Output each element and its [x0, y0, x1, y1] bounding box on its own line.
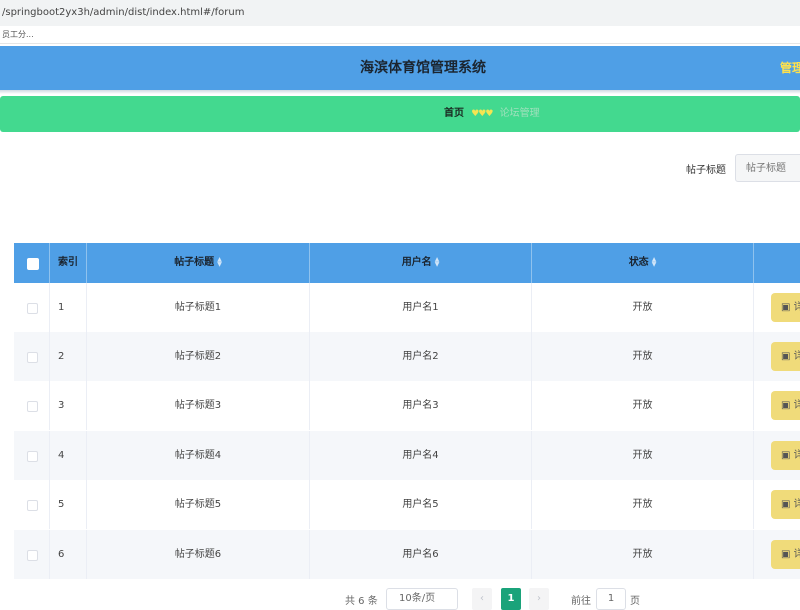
row-username: 用户名4	[310, 431, 532, 480]
detail-button[interactable]: ▣ 详	[771, 490, 800, 519]
detail-button[interactable]: ▣ 详	[771, 342, 800, 371]
next-page-button[interactable]: ›	[529, 588, 549, 610]
detail-button[interactable]: ▣ 详	[771, 540, 800, 569]
row-index: 4	[50, 431, 87, 480]
detail-label: 详	[793, 549, 800, 560]
row-title: 帖子标题3	[87, 381, 310, 430]
breadcrumb-current: 论坛管理	[499, 108, 540, 119]
heart-separator-icon: ♥♥♥	[471, 109, 493, 119]
table-row: 3 帖子标题3 用户名3 开放 ▣ 详	[14, 381, 800, 430]
row-title: 帖子标题2	[87, 332, 310, 381]
detail-button[interactable]: ▣ 详	[771, 441, 800, 470]
document-icon: ▣	[781, 450, 791, 461]
select-all-cell	[14, 243, 50, 283]
row-username: 用户名3	[310, 381, 532, 430]
pagination: 共 6 条 10条/页 ‹ 1 › 前往 1 页	[0, 582, 800, 610]
breadcrumb-home[interactable]: 首页	[444, 108, 464, 119]
title-search-input[interactable]	[735, 154, 800, 182]
table-header: 索引 帖子标题 ▲ ▼ 用户名 ▲ ▼ 状态 ▲ ▼	[14, 243, 800, 283]
col-title-label: 帖子标题	[174, 257, 215, 268]
col-title[interactable]: 帖子标题 ▲ ▼	[87, 243, 310, 283]
row-index: 2	[50, 332, 87, 381]
header-divider	[0, 90, 800, 94]
bookmark-item[interactable]: 员工分...	[2, 30, 34, 39]
row-status: 开放	[532, 283, 754, 332]
row-checkbox[interactable]	[27, 500, 38, 511]
row-username: 用户名6	[310, 530, 532, 579]
row-title: 帖子标题5	[87, 480, 310, 529]
document-icon: ▣	[781, 499, 791, 510]
row-index: 5	[50, 480, 87, 529]
row-username: 用户名2	[310, 332, 532, 381]
table-row: 2 帖子标题2 用户名2 开放 ▣ 详	[14, 332, 800, 381]
detail-button[interactable]: ▣ 详	[771, 293, 800, 322]
col-status[interactable]: 状态 ▲ ▼	[532, 243, 754, 283]
row-status: 开放	[532, 332, 754, 381]
document-icon: ▣	[781, 302, 791, 313]
row-index: 1	[50, 283, 87, 332]
select-all-checkbox[interactable]	[27, 258, 39, 270]
detail-label: 详	[793, 499, 800, 510]
system-title: 海滨体育馆管理系统	[360, 60, 486, 76]
table-row: 4 帖子标题4 用户名4 开放 ▣ 详	[14, 431, 800, 480]
row-status: 开放	[532, 530, 754, 579]
col-username-label: 用户名	[401, 257, 432, 268]
col-index-label: 索引	[58, 257, 78, 268]
document-icon: ▣	[781, 549, 791, 560]
detail-label: 详	[793, 351, 800, 362]
row-checkbox[interactable]	[27, 352, 38, 363]
row-username: 用户名5	[310, 480, 532, 529]
top-header: 海滨体育馆管理系统 管理	[0, 46, 800, 90]
sort-icon[interactable]: ▲ ▼	[652, 257, 657, 268]
detail-label: 详	[793, 302, 800, 313]
prev-page-button[interactable]: ‹	[472, 588, 492, 610]
row-title: 帖子标题4	[87, 431, 310, 480]
table-row: 6 帖子标题6 用户名6 开放 ▣ 详	[14, 530, 800, 579]
row-username: 用户名1	[310, 283, 532, 332]
page-size-select[interactable]: 10条/页	[386, 588, 458, 610]
row-title: 帖子标题6	[87, 530, 310, 579]
row-checkbox[interactable]	[27, 451, 38, 462]
sort-icon[interactable]: ▲ ▼	[217, 257, 222, 268]
url-text: /springboot2yx3h/admin/dist/index.html#/…	[2, 7, 245, 18]
address-bar[interactable]: /springboot2yx3h/admin/dist/index.html#/…	[0, 0, 800, 26]
bookmark-bar: 员工分...	[0, 26, 800, 44]
breadcrumb: 首页 ♥♥♥ 论坛管理	[0, 96, 800, 132]
row-checkbox[interactable]	[27, 401, 38, 412]
col-username[interactable]: 用户名 ▲ ▼	[310, 243, 532, 283]
table-row: 1 帖子标题1 用户名1 开放 ▣ 详	[14, 283, 800, 332]
document-icon: ▣	[781, 400, 791, 411]
row-status: 开放	[532, 480, 754, 529]
detail-label: 详	[793, 450, 800, 461]
col-status-label: 状态	[628, 257, 649, 268]
row-index: 6	[50, 530, 87, 579]
table-row: 5 帖子标题5 用户名5 开放 ▣ 详	[14, 480, 800, 529]
row-checkbox[interactable]	[27, 303, 38, 314]
col-actions	[754, 243, 800, 283]
admin-menu[interactable]: 管理	[780, 46, 800, 90]
col-index: 索引	[50, 243, 87, 283]
page-number-current[interactable]: 1	[501, 588, 521, 610]
page-size-label: 10条/页	[399, 593, 436, 604]
sort-icon[interactable]: ▲ ▼	[435, 257, 440, 268]
row-status: 开放	[532, 431, 754, 480]
goto-page-input[interactable]: 1	[596, 588, 626, 610]
row-index: 3	[50, 381, 87, 430]
detail-label: 详	[793, 400, 800, 411]
search-label: 帖子标题	[686, 165, 726, 176]
detail-button[interactable]: ▣ 详	[771, 391, 800, 420]
row-title: 帖子标题1	[87, 283, 310, 332]
row-status: 开放	[532, 381, 754, 430]
document-icon: ▣	[781, 351, 791, 362]
row-checkbox[interactable]	[27, 550, 38, 561]
